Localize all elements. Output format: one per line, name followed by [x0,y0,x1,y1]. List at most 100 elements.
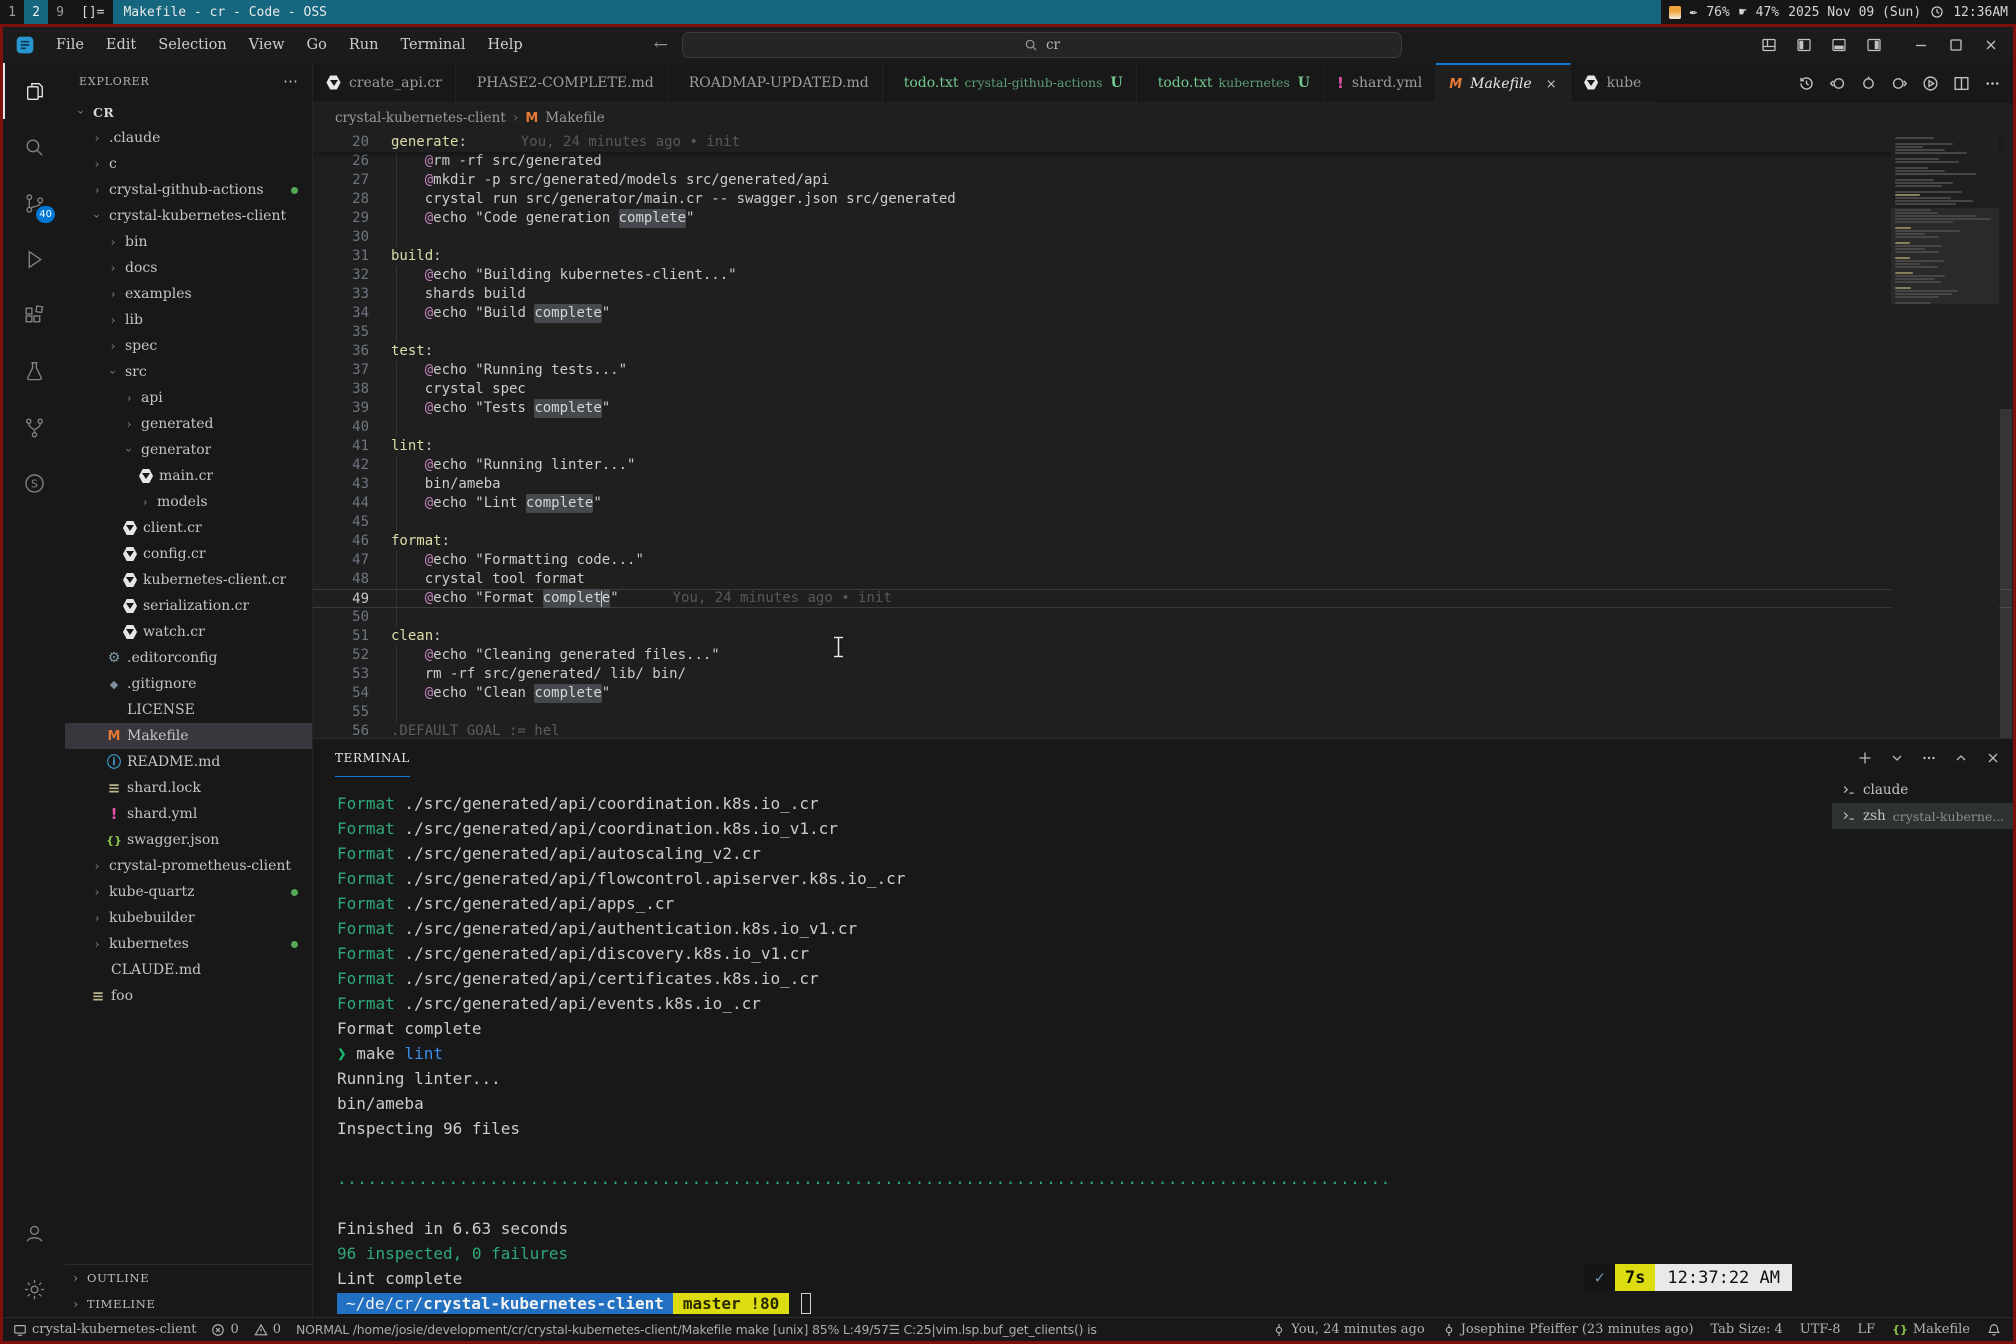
status-0[interactable]: 0 [254,1322,281,1337]
code-line-51[interactable]: 51clean: [313,627,2013,646]
breadcrumb-crystal-kubernetes-client[interactable]: crystal-kubernetes-client [335,110,506,126]
code-line-43[interactable]: 43 bin/ameba [313,475,2013,494]
run-circle-icon[interactable] [1922,75,1939,92]
close-tab-icon[interactable]: × [1546,77,1557,92]
explorer-item-src[interactable]: ›src [65,359,312,385]
sticky-scroll-line[interactable]: 20generate:You, 24 minutes ago • init [313,133,1999,152]
activity-git-merge[interactable] [3,399,65,455]
explorer-item-README.md[interactable]: ⓘREADME.md [65,749,312,775]
code-editor[interactable]: 26 @rm -rf src/generated27 @mkdir -p src… [313,133,2013,738]
explorer-item-.gitignore[interactable]: ◆.gitignore [65,671,312,697]
minimize-button[interactable] [1913,37,1929,53]
code-line-47[interactable]: 47 @echo "Formatting code..." [313,551,2013,570]
explorer-item-CLAUDE.md[interactable]: CLAUDE.md [65,957,312,983]
panel-maximize-icon[interactable] [1953,750,1969,766]
code-line-33[interactable]: 33 shards build [313,285,2013,304]
wm-workspaces[interactable]: 129 [0,0,72,24]
code-line-39[interactable]: 39 @echo "Tests complete" [313,399,2013,418]
terminal-output[interactable]: Format ./src/generated/api/coordination.… [337,791,1813,1316]
code-line-37[interactable]: 37 @echo "Running tests..." [313,361,2013,380]
status-0[interactable]: 0 [211,1322,238,1337]
code-line-44[interactable]: 44 @echo "Lint complete" [313,494,2013,513]
menu-help[interactable]: Help [477,37,534,53]
explorer-item-shard.yml[interactable]: !shard.yml [65,801,312,827]
tab-kube[interactable]: kube [1571,63,1655,103]
status-tab-size-4[interactable]: Tab Size: 4 [1711,1322,1783,1337]
code-line-20[interactable]: 20generate:You, 24 minutes ago • init [313,133,1999,152]
menu-go[interactable]: Go [296,37,338,53]
status-crystal-kubernetes-clien[interactable]: crystal-kubernetes-client [13,1322,196,1337]
explorer-item-config.cr[interactable]: config.cr [65,541,312,567]
explorer-item-shard.lock[interactable]: ≡shard.lock [65,775,312,801]
tab-PHASE2-COMPLETE.md[interactable]: PHASE2-COMPLETE.md [456,63,668,103]
explorer-item-kube-quartz[interactable]: ›kube-quartz [65,879,312,905]
tray-icon[interactable] [1669,6,1681,19]
workspace-1[interactable]: 1 [0,0,24,24]
code-line-54[interactable]: 54 @echo "Clean complete" [313,684,2013,703]
breadcrumb-Makefile[interactable]: Makefile [545,110,604,126]
explorer-item-crystal-kubernetes-client[interactable]: ›crystal-kubernetes-client [65,203,312,229]
explorer-item-bin[interactable]: ›bin [65,229,312,255]
explorer-item-.editorconfig[interactable]: ⚙.editorconfig [65,645,312,671]
code-line-53[interactable]: 53 rm -rf src/generated/ lib/ bin/ [313,665,2013,684]
code-line-32[interactable]: 32 @echo "Building kubernetes-client..." [313,266,2013,285]
code-line-29[interactable]: 29 @echo "Code generation complete" [313,209,2013,228]
tab-todo.txt-crystal-github-actions[interactable]: todo.txtcrystal-github-actionsU [883,63,1137,103]
explorer-item-docs[interactable]: ›docs [65,255,312,281]
code-line-42[interactable]: 42 @echo "Running linter..." [313,456,2013,475]
nav-back-arrow-icon[interactable]: ← [654,35,668,55]
explorer-item-client.cr[interactable]: client.cr [65,515,312,541]
menu-view[interactable]: View [238,37,296,53]
code-line-46[interactable]: 46format: [313,532,2013,551]
explorer-item-serialization.cr[interactable]: serialization.cr [65,593,312,619]
panel-close-icon[interactable] [1985,750,2001,766]
panel-bottom-toggle-icon[interactable] [1831,37,1847,53]
minimap[interactable] [1891,133,1999,738]
nav-back-icon[interactable] [1829,75,1846,92]
explorer-item-watch.cr[interactable]: watch.cr [65,619,312,645]
activity-settings-gear[interactable] [3,1261,65,1317]
activity-source-control[interactable]: 40 [3,175,65,231]
code-line-49[interactable]: 49 @echo "Format complete"You, 24 minute… [313,589,2013,608]
close-button[interactable] [1983,37,1999,53]
code-oss-logo-icon[interactable] [15,35,35,55]
section-timeline[interactable]: ›TIMELINE [65,1291,312,1317]
explorer-item-LICENSE[interactable]: LICENSE [65,697,312,723]
activity-explorer[interactable] [3,63,65,119]
code-line-26[interactable]: 26 @rm -rf src/generated [313,152,2013,171]
terminal-session-zsh[interactable]: zshcrystal-kuberne... [1832,803,2013,829]
workspace-9[interactable]: 9 [48,0,72,24]
status-makefile[interactable]: {}Makefile [1892,1322,1970,1337]
status-josephine-pfeiffer-23-m[interactable]: Josephine Pfeiffer (23 minutes ago) [1442,1322,1694,1337]
code-line-36[interactable]: 36test: [313,342,2013,361]
explorer-item-examples[interactable]: ›examples [65,281,312,307]
panel-left-toggle-icon[interactable] [1796,37,1812,53]
explorer-item-Makefile[interactable]: MMakefile [65,723,312,749]
explorer-item-.claude[interactable]: ›.claude [65,125,312,151]
tab-terminal[interactable]: TERMINAL [335,739,410,777]
status-normal-home-josie-devel[interactable]: NORMAL /home/josie/development/cr/crysta… [296,1322,1097,1337]
status-utf-8[interactable]: UTF-8 [1800,1322,1841,1337]
nav-dot-icon[interactable] [1860,75,1877,92]
menu-run[interactable]: Run [338,37,390,53]
menu-file[interactable]: File [45,37,95,53]
command-center-search[interactable]: cr [682,32,1402,58]
explorer-more-actions[interactable]: ⋯ [283,72,298,90]
tab-todo.txt-kubernetes[interactable]: todo.txtkubernetesU [1137,63,1324,103]
explorer-item-crystal-prometheus-client[interactable]: ›crystal-prometheus-client [65,853,312,879]
code-line-50[interactable]: 50 [313,608,2013,627]
explorer-item-models[interactable]: ›models [65,489,312,515]
tab-create_api.cr[interactable]: create_api.cr [313,63,456,103]
activity-run-debug[interactable] [3,231,65,287]
layout-toggle-icon[interactable] [1761,37,1777,53]
status-bell[interactable] [1987,1323,2001,1337]
nav-forward-icon[interactable] [1891,75,1908,92]
code-line-31[interactable]: 31build: [313,247,2013,266]
code-line-48[interactable]: 48 crystal tool format [313,570,2013,589]
code-line-40[interactable]: 40 [313,418,2013,437]
history-icon[interactable] [1798,75,1815,92]
more-icon[interactable] [1984,75,2001,92]
panel-plus-icon[interactable] [1857,750,1873,766]
explorer-item-generator[interactable]: ›generator [65,437,312,463]
explorer-item-kubebuilder[interactable]: ›kubebuilder [65,905,312,931]
